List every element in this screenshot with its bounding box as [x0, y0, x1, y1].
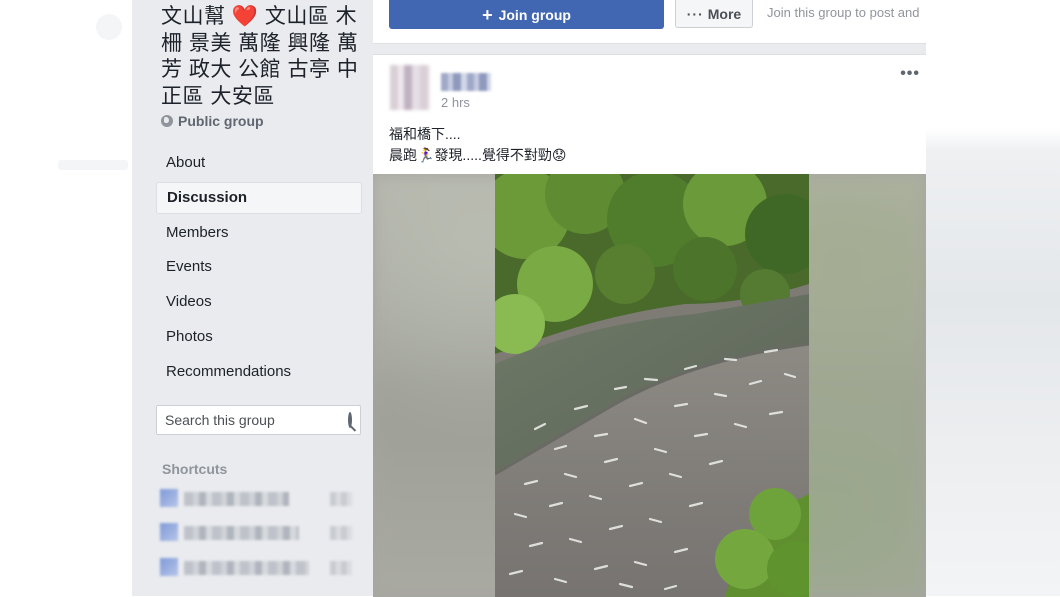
more-label: More — [707, 5, 742, 22]
more-button[interactable]: ··· More — [675, 0, 753, 28]
shortcut-item[interactable] — [160, 557, 360, 579]
shortcut-avatar-blurred — [160, 558, 178, 576]
post-timestamp[interactable]: 2 hrs — [441, 95, 470, 110]
post-menu-icon[interactable]: ••• — [900, 65, 920, 83]
more-dots-icon: ··· — [686, 5, 704, 22]
group-nav: About Discussion Members Events Videos P… — [156, 147, 362, 391]
shortcut-name-blurred — [184, 526, 299, 540]
join-group-button[interactable]: + Join group — [389, 0, 664, 29]
nav-item-recommendations[interactable]: Recommendations — [156, 356, 362, 388]
shortcut-name-blurred — [184, 492, 289, 506]
nav-item-discussion[interactable]: Discussion — [156, 181, 362, 214]
shortcut-count-blurred — [330, 492, 352, 506]
search-icon[interactable] — [348, 412, 352, 428]
ghost-line — [58, 160, 128, 170]
nav-item-events[interactable]: Events — [156, 251, 362, 283]
group-search-box — [156, 405, 361, 435]
nav-item-about[interactable]: About — [156, 147, 362, 179]
post-author-name-blurred[interactable] — [441, 73, 491, 91]
worried-face-emoji-icon: 😟 — [551, 147, 567, 163]
ghost-avatar — [96, 14, 122, 40]
outer-left-margin — [0, 0, 132, 596]
shortcut-count-blurred — [330, 526, 352, 540]
runner-emoji-icon: 🏃‍♀️ — [417, 147, 435, 163]
post-text-run: 晨跑 — [389, 147, 417, 163]
shortcut-item[interactable] — [160, 488, 360, 510]
join-group-label: Join group — [498, 6, 571, 23]
shortcut-count-blurred — [330, 561, 352, 575]
plus-icon: + — [482, 4, 493, 25]
post-text: 福和橋下.... 晨跑🏃‍♀️發現.....覺得不對勁😟 — [389, 124, 567, 166]
post-text-line-1: 福和橋下.... — [389, 126, 461, 142]
shortcut-avatar-blurred — [160, 523, 178, 541]
group-title-start: 文山幫 — [161, 5, 232, 28]
group-title[interactable]: 文山幫 ❤️ 文山區 木柵 景美 萬隆 興隆 萬芳 政大 公館 古亭 中正區 大… — [161, 4, 367, 110]
post-media[interactable] — [373, 174, 926, 597]
main-column: + Join group ··· More Join this group to… — [373, 0, 926, 597]
join-hint-text: Join this group to post and — [767, 5, 920, 20]
post-text-line-2: 晨跑🏃‍♀️發現.....覺得不對勁😟 — [389, 145, 567, 166]
shortcut-item[interactable] — [160, 522, 360, 544]
group-privacy: Public group — [161, 113, 264, 129]
heart-icon: ❤️ — [231, 5, 259, 28]
shortcut-avatar-blurred — [160, 489, 178, 507]
outer-right-margin — [926, 0, 1060, 596]
river-photo-with-dead-fish[interactable] — [495, 174, 809, 597]
group-privacy-label: Public group — [178, 113, 264, 129]
shortcuts-title: Shortcuts — [162, 461, 228, 477]
globe-icon — [161, 115, 173, 127]
nav-item-members[interactable]: Members — [156, 217, 362, 249]
post-author-avatar-blurred[interactable] — [390, 65, 430, 110]
nav-item-photos[interactable]: Photos — [156, 321, 362, 353]
shortcut-name-blurred — [184, 561, 309, 575]
nav-item-videos[interactable]: Videos — [156, 286, 362, 318]
feed-post: 2 hrs ••• 福和橋下.... 晨跑🏃‍♀️發現.....覺得不對勁😟 — [373, 54, 926, 597]
post-text-run: 發現.....覺得不對勁 — [434, 147, 552, 163]
group-action-bar: + Join group ··· More Join this group to… — [373, 0, 926, 44]
group-sidebar: 文山幫 ❤️ 文山區 木柵 景美 萬隆 興隆 萬芳 政大 公館 古亭 中正區 大… — [132, 0, 373, 596]
group-search-input[interactable] — [157, 406, 348, 434]
